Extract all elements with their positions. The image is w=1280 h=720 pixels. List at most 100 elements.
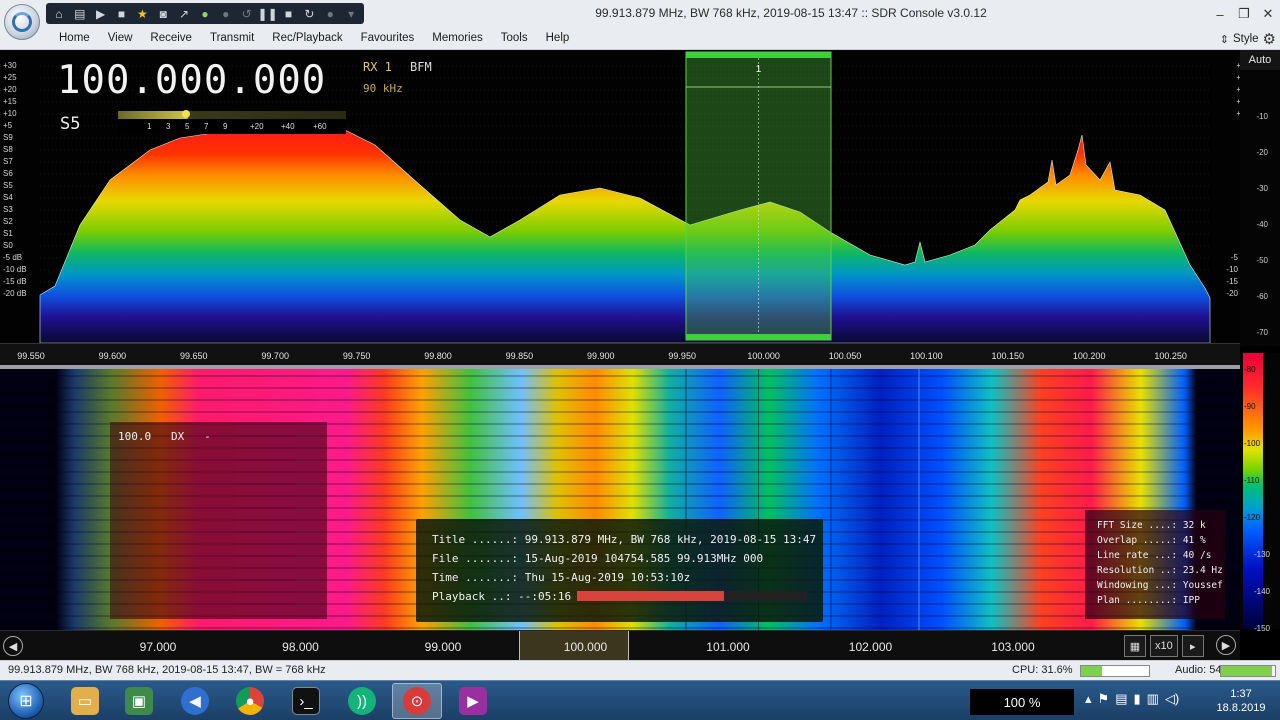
color-scale-label: -100 — [1244, 439, 1261, 448]
window-controls: – ❐ ✕ — [1208, 0, 1280, 28]
menu-tools[interactable]: Tools — [492, 32, 537, 44]
up-down-arrows-icon[interactable]: ⇕ — [1220, 33, 1229, 46]
rx-label[interactable]: RX 1 — [363, 60, 392, 74]
menu-help[interactable]: Help — [537, 32, 579, 44]
info-title-value: 99.913.879 MHz, BW 768 kHz, 2019-08-15 1… — [524, 533, 817, 546]
antenna-icon: ⊙ — [403, 687, 431, 715]
frequency-label: 99.950 — [668, 351, 696, 361]
taskbar-video-app[interactable]: ▶ — [448, 683, 498, 719]
menu-rec-playback[interactable]: Rec/Playback — [263, 32, 351, 44]
close-button[interactable]: ✕ — [1256, 0, 1280, 28]
mode-label[interactable]: BFM — [410, 60, 432, 74]
db-scale-label: S5 — [3, 181, 13, 190]
band-scroll-right-button[interactable]: ▶ — [1216, 635, 1236, 655]
filter-marker-label: 1 — [756, 64, 762, 75]
menu-view[interactable]: View — [99, 32, 142, 44]
app-menu-button[interactable] — [4, 4, 40, 40]
db-scale-label: S8 — [3, 145, 13, 154]
tray-flag-icon[interactable]: ⚑ — [1098, 691, 1110, 707]
fft-label: Windowing ...: — [1097, 580, 1178, 591]
smeter-tick: 5 — [185, 122, 190, 131]
fft-value: 23.4 Hz — [1182, 565, 1223, 576]
db-scale-label: S7 — [3, 157, 13, 166]
smeter-tick: 1 — [147, 122, 152, 131]
bandwidth-label[interactable]: 90 kHz — [363, 82, 403, 95]
band-label: 103.000 — [991, 640, 1035, 654]
fft-row: Overlap .....: 41 % — [1097, 535, 1206, 546]
band-scroll-left-button[interactable]: ◀ — [3, 636, 23, 656]
frequency-readout[interactable]: 100.000.000 — [57, 58, 326, 103]
band-zoom-selector[interactable]: x10 — [1150, 635, 1178, 657]
band-label: 100.000 — [563, 640, 608, 654]
tray-network-icon[interactable]: ▥ — [1147, 691, 1159, 707]
filter-bottom-handle[interactable] — [686, 334, 831, 340]
dx-overlay[interactable]: 100.0 DX - — [110, 422, 327, 619]
playback-progress-bar[interactable] — [577, 591, 807, 601]
app-logo-icon — [12, 12, 32, 32]
menu-favourites[interactable]: Favourites — [352, 32, 424, 44]
db-scale-label: -15 dB — [3, 277, 27, 286]
menu-memories[interactable]: Memories — [423, 32, 491, 44]
frequency-label: 100.100 — [910, 351, 943, 361]
style-menu[interactable]: Style — [1233, 33, 1259, 45]
info-title-label: Title ......: — [432, 533, 519, 546]
tray-power-icon[interactable]: ▮ — [1133, 691, 1140, 707]
band-options-icon[interactable]: ▦ — [1124, 635, 1146, 657]
band-label: 97.000 — [139, 640, 177, 654]
taskbar-clock[interactable]: 1:37 18.8.2019 — [1206, 687, 1276, 715]
taskbar-app-display[interactable]: ▣ — [114, 683, 164, 719]
db-scale-label: -10 dB — [1226, 265, 1240, 274]
db-scale-label: +15 — [3, 97, 17, 106]
band-zoom-arrow-icon[interactable]: ▸ — [1181, 635, 1204, 657]
tray-notes-icon[interactable]: ▤ — [1115, 691, 1127, 707]
info-time-value: Thu 15-Aug-2019 10:53:10z — [524, 571, 691, 584]
frequency-label: 99.750 — [342, 351, 371, 361]
auto-scale-button[interactable]: Auto — [1240, 50, 1280, 70]
speaker-icon: ◀ — [181, 687, 209, 715]
frequency-label: 99.850 — [505, 351, 534, 361]
fft-value: IPP — [1182, 595, 1200, 606]
filter-top-handle[interactable] — [686, 52, 831, 58]
menu-receive[interactable]: Receive — [141, 32, 201, 44]
taskbar-chrome[interactable]: ● — [225, 683, 275, 719]
smeter-scale: 1 3 5 7 9 +20 +40 +60 — [118, 120, 346, 134]
menu-transmit[interactable]: Transmit — [201, 32, 263, 44]
tray-expand-icon[interactable]: ▴ — [1085, 691, 1092, 707]
frequency-scale[interactable]: 99.550 99.600 99.650 99.700 99.750 99.800 99.8… — [0, 343, 1240, 367]
spectrum-display[interactable]: 1 100.000.000 RX 1 BFM 90 kHz S5 1 3 5 7… — [0, 50, 1240, 343]
taskbar-audio-app[interactable]: )) — [337, 683, 387, 719]
waves-icon: )) — [348, 687, 376, 715]
start-button[interactable]: ⊞ — [8, 683, 44, 719]
tray-volume-icon[interactable]: ◁) — [1165, 691, 1179, 707]
info-playback-row: Playback ..: --:05:16 — [432, 590, 571, 603]
taskbar-media[interactable]: ◀ — [170, 683, 220, 719]
waterfall-display[interactable]: 100.0 DX - Title ......: 99.913.879 MHz,… — [0, 369, 1240, 630]
taskbar-terminal[interactable]: ›_ — [281, 683, 331, 719]
clock-date: 18.8.2019 — [1216, 702, 1266, 714]
monitor-icon: ▣ — [125, 687, 153, 715]
fft-label: FFT Size ....: — [1097, 520, 1178, 531]
db-scale-label: S6 — [3, 169, 13, 178]
band-overview[interactable]: ◀ 97.000 98.000 99.000 100.000 101.000 102.00… — [0, 630, 1240, 661]
db-scale-outer: -10 -20 -30 -40 -50 -60 -70 — [1240, 70, 1280, 346]
db-scale-label: -5 dB — [1230, 253, 1240, 262]
frequency-label: 99.700 — [261, 351, 289, 361]
maximize-button[interactable]: ❐ — [1232, 0, 1256, 28]
waterfall-color-scale: -80 -90 -100 -110 -120 -130 -140 -150 — [1240, 353, 1280, 633]
fft-row: Resolution ..: 23.4 Hz — [1097, 565, 1223, 576]
taskbar-sdr-console[interactable]: ⊙ — [392, 683, 442, 719]
taskbar-explorer[interactable]: ▭ — [60, 683, 110, 719]
smeter-tick: +40 — [281, 122, 295, 131]
minimize-button[interactable]: – — [1208, 0, 1232, 28]
dx-label: 100.0 DX - — [118, 430, 211, 443]
fft-label: Plan ........: — [1097, 595, 1178, 606]
info-file-value: 15-Aug-2019 104754.585 99.913MHz 000 — [524, 552, 764, 565]
menu-home[interactable]: Home — [50, 32, 99, 44]
gear-icon[interactable]: ⚙ — [1263, 30, 1276, 48]
fft-label: Overlap .....: — [1097, 535, 1178, 546]
db-scale-right: +30+25+20+15+10+5S9S8S7S6S5S4S3S2S1S0-5 … — [1214, 50, 1240, 343]
band-label: 99.000 — [424, 640, 462, 654]
db-outer-label: -10 — [1256, 112, 1268, 121]
db-scale-label: +10 — [3, 109, 17, 118]
color-scale-label: -80 — [1244, 365, 1256, 374]
